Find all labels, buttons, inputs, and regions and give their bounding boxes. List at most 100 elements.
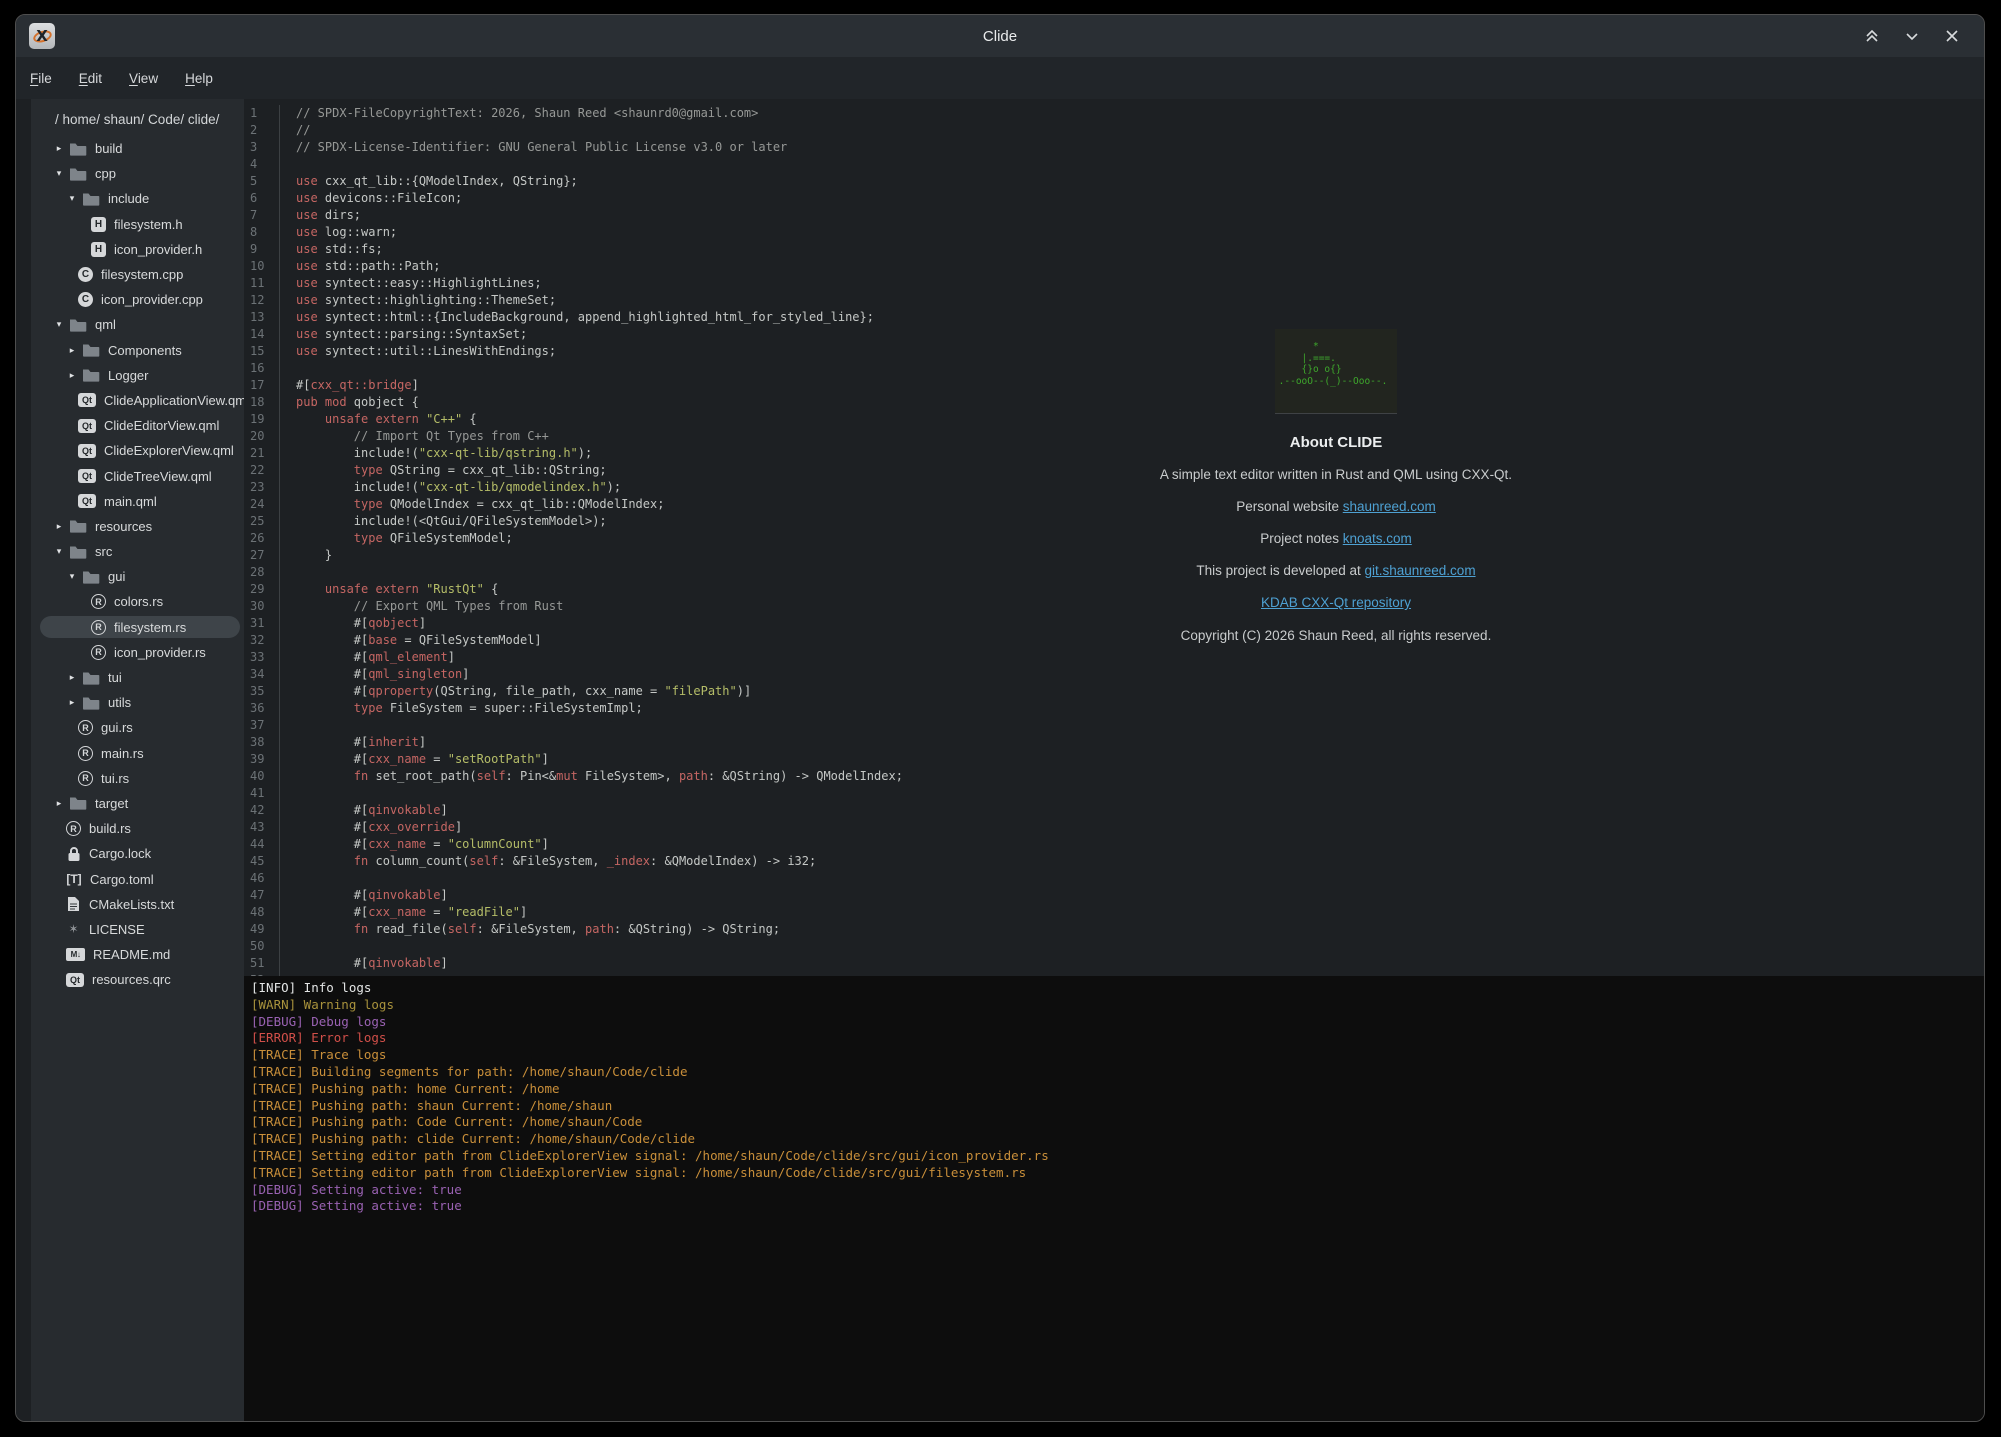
folder-icon xyxy=(69,519,87,533)
line-number: 6 xyxy=(244,190,280,207)
tree-item-clideexplorerview-qml[interactable]: QtClideExplorerView.qml xyxy=(31,438,244,463)
line-number: 42 xyxy=(244,802,280,819)
chevron-right-icon[interactable]: ▸ xyxy=(66,370,78,381)
code-text: #[qobject] xyxy=(280,615,426,632)
folder-icon-wrap xyxy=(82,570,100,584)
menu-mnemonic: H xyxy=(185,71,195,86)
code-text: use syntect::highlighting::ThemeSet; xyxy=(280,292,556,309)
code-text: include!("cxx-qt-lib/qmodelindex.h"); xyxy=(280,479,621,496)
tree-item-icon-provider-rs[interactable]: Ricon_provider.rs xyxy=(31,640,244,665)
rs-file-icon: R xyxy=(91,594,106,609)
tree-item-filesystem-cpp[interactable]: Cfilesystem.cpp xyxy=(31,262,244,287)
chevron-down-icon[interactable]: ▾ xyxy=(53,546,65,557)
chevron-right-icon[interactable]: ▸ xyxy=(53,798,65,809)
tree-item-gui[interactable]: ▾gui xyxy=(31,564,244,589)
folder-icon-wrap xyxy=(69,142,87,156)
tree-item-label: src xyxy=(95,544,112,559)
tree-item-filesystem-h[interactable]: Hfilesystem.h xyxy=(31,212,244,237)
code-text: } xyxy=(280,547,332,564)
line-number: 9 xyxy=(244,241,280,258)
chevron-right-icon[interactable]: ▸ xyxy=(66,672,78,683)
chevron-right-icon[interactable]: ▸ xyxy=(66,697,78,708)
tree-item-icon-provider-h[interactable]: Hicon_provider.h xyxy=(31,237,244,262)
tree-item-resources[interactable]: ▸resources xyxy=(31,514,244,539)
line-number: 21 xyxy=(244,445,280,462)
folder-icon-wrap xyxy=(82,192,100,206)
rs-file-icon: R xyxy=(78,720,93,735)
close-button[interactable] xyxy=(1942,26,1962,46)
code-text: unsafe extern "RustQt" { xyxy=(280,581,498,598)
tree-item-cpp[interactable]: ▾cpp xyxy=(31,161,244,186)
line-number: 43 xyxy=(244,819,280,836)
code-text: use syntect::util::LinesWithEndings; xyxy=(280,343,556,360)
chevron-down-icon[interactable]: ▾ xyxy=(66,571,78,582)
tree-item-cargo-toml[interactable]: [T]Cargo.toml xyxy=(31,866,244,891)
menu-item-help[interactable]: Help xyxy=(185,71,213,86)
tree-item-icon-provider-cpp[interactable]: Cicon_provider.cpp xyxy=(31,287,244,312)
code-text: use dirs; xyxy=(280,207,361,224)
app-logo-x: X xyxy=(36,27,48,45)
tree-item-utils[interactable]: ▸utils xyxy=(31,690,244,715)
line-number: 34 xyxy=(244,666,280,683)
link-git-shaunreed-com[interactable]: git.shaunreed.com xyxy=(1365,563,1476,578)
folder-icon-wrap xyxy=(82,368,100,382)
folder-icon xyxy=(82,671,100,685)
tree-item-logger[interactable]: ▸Logger xyxy=(31,363,244,388)
chevron-down-icon[interactable]: ▾ xyxy=(66,193,78,204)
tree-item-cargo-lock[interactable]: Cargo.lock xyxy=(31,841,244,866)
link-kdab-cxx-qt-repository[interactable]: KDAB CXX-Qt repository xyxy=(1261,595,1411,610)
tree-item-main-rs[interactable]: Rmain.rs xyxy=(31,741,244,766)
tree-item-gui-rs[interactable]: Rgui.rs xyxy=(31,715,244,740)
window-title: Clide xyxy=(16,28,1984,45)
main-area: / home/ shaun/ Code/ clide/ ▸build▾cpp▾i… xyxy=(16,99,1984,1421)
tree-item-colors-rs[interactable]: Rcolors.rs xyxy=(31,589,244,614)
tree-item-readme-md[interactable]: M↓README.md xyxy=(31,942,244,967)
toml-file-icon: [T] xyxy=(66,872,82,887)
tree-item-include[interactable]: ▾include xyxy=(31,186,244,211)
chevron-right-icon[interactable]: ▸ xyxy=(66,345,78,356)
tree-item-clidetreeview-qml[interactable]: QtClideTreeView.qml xyxy=(31,463,244,488)
menu-item-view[interactable]: View xyxy=(129,71,158,86)
maximize-button[interactable] xyxy=(1862,26,1882,46)
tree-item-cmakelists-txt[interactable]: CMakeLists.txt xyxy=(31,892,244,917)
chevron-right-icon[interactable]: ▸ xyxy=(53,521,65,532)
tree-item-tui-rs[interactable]: Rtui.rs xyxy=(31,766,244,791)
tree-item-qml[interactable]: ▾qml xyxy=(31,312,244,337)
tree-item-tui[interactable]: ▸tui xyxy=(31,665,244,690)
tree-item-main-qml[interactable]: Qtmain.qml xyxy=(31,489,244,514)
menu-item-edit[interactable]: Edit xyxy=(79,71,102,86)
folder-icon-wrap xyxy=(69,545,87,559)
tree-item-filesystem-rs[interactable]: Rfilesystem.rs xyxy=(31,615,244,640)
line-number: 25 xyxy=(244,513,280,530)
minimize-button[interactable] xyxy=(1902,26,1922,46)
tree-item-label: colors.rs xyxy=(114,594,163,609)
tree-item-resources-qrc[interactable]: Qtresources.qrc xyxy=(31,967,244,992)
code-text: include!(<QtGui/QFileSystemModel>); xyxy=(280,513,607,530)
tree-item-src[interactable]: ▾ src xyxy=(31,539,244,564)
tree-item-label: build.rs xyxy=(89,821,131,836)
tree-item-build-rs[interactable]: Rbuild.rs xyxy=(31,816,244,841)
log-console[interactable]: [INFO] Info logs[WARN] Warning logs[DEBU… xyxy=(244,976,1984,1421)
menu-item-file[interactable]: File xyxy=(30,71,52,86)
tree-item-label: icon_provider.rs xyxy=(114,645,206,660)
link-shaunreed-com[interactable]: shaunreed.com xyxy=(1343,499,1436,514)
tree-item-label: ClideExplorerView.qml xyxy=(104,443,234,458)
folder-icon-wrap xyxy=(82,671,100,685)
link-knoats-com[interactable]: knoats.com xyxy=(1343,531,1412,546)
tree-item-clideeditorview-qml[interactable]: QtClideEditorView.qml xyxy=(31,413,244,438)
tree-item-components[interactable]: ▸Components xyxy=(31,338,244,363)
code-text xyxy=(280,870,296,887)
chevron-down-icon[interactable]: ▾ xyxy=(53,168,65,179)
code-text: unsafe extern "C++" { xyxy=(280,411,477,428)
tree-item-clideapplicationview-qml[interactable]: QtClideApplicationView.qml xyxy=(31,388,244,413)
chevron-down-icon[interactable]: ▾ xyxy=(53,319,65,330)
code-line: 35 #[qproperty(QString, file_path, cxx_n… xyxy=(244,683,1984,700)
tree-item-build[interactable]: ▸build xyxy=(31,136,244,161)
chevron-right-icon[interactable]: ▸ xyxy=(53,143,65,154)
log-line-debug: [DEBUG] Setting active: true xyxy=(251,1182,1974,1199)
code-text: type QModelIndex = cxx_qt_lib::QModelInd… xyxy=(280,496,664,513)
folder-icon-wrap xyxy=(69,167,87,181)
tree-item-license[interactable]: ✶LICENSE xyxy=(31,917,244,942)
file-explorer[interactable]: / home/ shaun/ Code/ clide/ ▸build▾cpp▾i… xyxy=(31,99,244,1421)
tree-item-target[interactable]: ▸target xyxy=(31,791,244,816)
